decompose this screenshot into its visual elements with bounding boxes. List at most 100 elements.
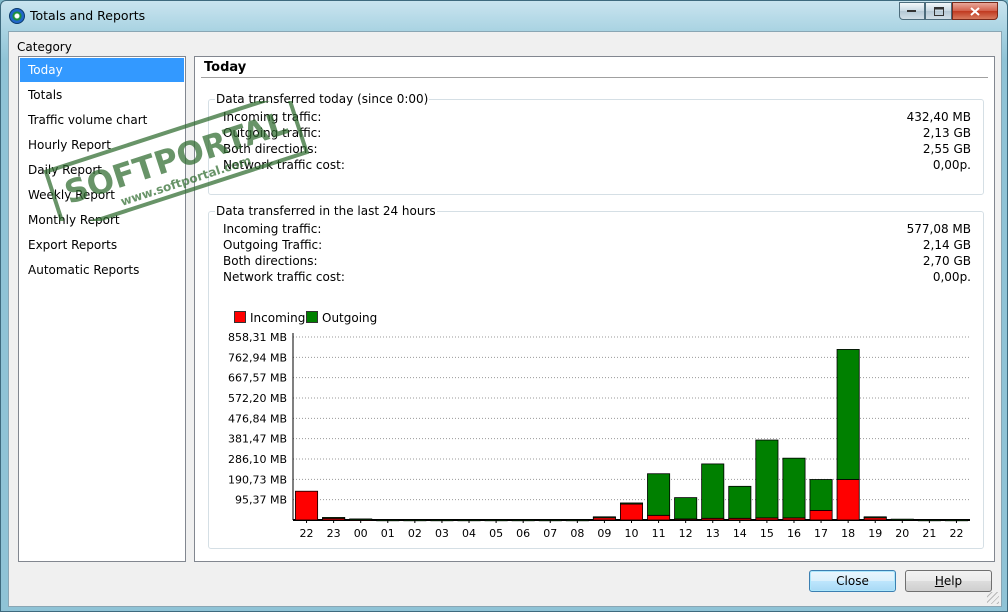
- x-tick-label: 04: [462, 527, 476, 540]
- category-item-hourly-report[interactable]: Hourly Report: [20, 133, 184, 157]
- app-icon[interactable]: [9, 8, 25, 24]
- close-button-label: Close: [836, 574, 869, 588]
- close-window-button[interactable]: [952, 2, 998, 20]
- bar-outgoing-20: [890, 518, 914, 521]
- last24-row-cost: Network traffic cost: 0,00p.: [223, 270, 971, 286]
- x-tick-label: 09: [597, 527, 611, 540]
- y-tick-label: 95,37 MB: [235, 494, 287, 507]
- row-value: 2,55 GB: [922, 142, 971, 156]
- bar-incoming-10: [619, 503, 644, 521]
- maximize-icon: [933, 6, 944, 16]
- x-tick-label: 13: [706, 527, 720, 540]
- x-tick-label: 15: [760, 527, 774, 540]
- report-panel: Today Data transferred today (since 0:00…: [194, 56, 995, 562]
- help-button[interactable]: Help: [905, 570, 992, 592]
- bar-outgoing-16: [782, 457, 806, 519]
- title-bar[interactable]: Totals and Reports: [1, 1, 1007, 31]
- minimize-icon: [907, 10, 916, 12]
- legend-incoming: Incoming: [234, 311, 305, 325]
- row-value: 0,00p.: [932, 158, 971, 172]
- category-item-export-reports[interactable]: Export Reports: [20, 233, 184, 257]
- bar-outgoing-14: [728, 485, 752, 519]
- x-tick-label: 20: [895, 527, 909, 540]
- today-group-title: Data transferred today (since 0:00): [215, 92, 430, 106]
- close-icon: [970, 6, 980, 16]
- dialog-client: Category Today Totals Traffic volume cha…: [8, 31, 1002, 607]
- bar-outgoing-15: [755, 439, 779, 519]
- x-tick-label: 23: [327, 527, 341, 540]
- panel-divider: [201, 77, 988, 78]
- legend-swatch-outgoing: [306, 311, 318, 323]
- help-button-label: elp: [943, 574, 963, 588]
- y-tick-label: 190,73 MB: [228, 473, 287, 486]
- row-label: Both directions:: [223, 254, 318, 268]
- x-tick-label: 08: [570, 527, 584, 540]
- row-value: 432,40 MB: [906, 110, 971, 124]
- row-label: Network traffic cost:: [223, 270, 345, 284]
- last24-row-outgoing: Outgoing Traffic: 2,14 GB: [223, 238, 971, 254]
- y-tick-label: 667,57 MB: [228, 372, 287, 385]
- row-value: 0,00p.: [932, 270, 971, 284]
- bar-incoming-11: [647, 514, 671, 521]
- row-label: Incoming traffic:: [223, 110, 322, 124]
- y-tick-label: 381,47 MB: [228, 433, 287, 446]
- bar-outgoing-00: [349, 518, 373, 521]
- today-group: Data transferred today (since 0:00) Inco…: [208, 92, 984, 195]
- legend-label-incoming: Incoming: [250, 311, 306, 325]
- last24-group-title: Data transferred in the last 24 hours: [215, 204, 437, 218]
- help-button-mnemonic: H: [934, 574, 944, 588]
- row-value: 2,14 GB: [922, 238, 971, 252]
- bar-outgoing-11: [647, 473, 671, 516]
- x-tick-label: 02: [408, 527, 422, 540]
- category-label: Category: [17, 40, 72, 54]
- last24-row-incoming: Incoming traffic: 577,08 MB: [223, 222, 971, 238]
- x-tick-label: 05: [489, 527, 503, 540]
- legend-swatch-incoming: [234, 311, 246, 323]
- today-row-cost: Network traffic cost: 0,00p.: [223, 158, 971, 174]
- close-button[interactable]: Close: [809, 570, 896, 592]
- category-item-daily-report[interactable]: Daily Report: [20, 158, 184, 182]
- x-tick-label: 21: [922, 527, 936, 540]
- bar-outgoing-10: [619, 502, 644, 505]
- bar-incoming-18: [836, 479, 860, 521]
- x-tick-label: 16: [787, 527, 801, 540]
- category-item-monthly-report[interactable]: Monthly Report: [20, 208, 184, 232]
- x-tick-label: 06: [516, 527, 530, 540]
- x-tick-label: 00: [354, 527, 368, 540]
- resize-grip[interactable]: [987, 592, 999, 604]
- row-label: Incoming traffic:: [223, 222, 322, 236]
- window: Totals and Reports Category Today Totals…: [0, 0, 1008, 612]
- x-tick-label: 10: [625, 527, 639, 540]
- bar-incoming-17: [809, 510, 833, 521]
- row-label: Network traffic cost:: [223, 158, 345, 172]
- category-item-today[interactable]: Today: [20, 58, 184, 82]
- maximize-button[interactable]: [925, 2, 952, 20]
- legend-outgoing: Outgoing: [306, 311, 377, 325]
- bar-outgoing-17: [809, 479, 833, 511]
- x-tick-label: 01: [381, 527, 395, 540]
- category-list[interactable]: Today Totals Traffic volume chart Hourly…: [18, 56, 186, 562]
- panel-title: Today: [204, 60, 247, 75]
- x-tick-label: 14: [733, 527, 747, 540]
- x-tick-label: 18: [841, 527, 855, 540]
- x-tick-label: 07: [543, 527, 557, 540]
- bar-outgoing-12: [674, 497, 698, 520]
- x-tick-label: 12: [679, 527, 693, 540]
- category-item-weekly-report[interactable]: Weekly Report: [20, 183, 184, 207]
- category-item-automatic-reports[interactable]: Automatic Reports: [20, 258, 184, 282]
- bar-incoming-22: [295, 490, 319, 521]
- window-title: Totals and Reports: [30, 8, 146, 23]
- today-row-incoming: Incoming traffic: 432,40 MB: [223, 110, 971, 126]
- y-tick-label: 858,31 MB: [228, 331, 287, 344]
- today-row-outgoing: Outgoing traffic: 2,13 GB: [223, 126, 971, 142]
- minimize-button[interactable]: [899, 2, 925, 20]
- row-label: Outgoing Traffic:: [223, 238, 323, 252]
- category-item-traffic-volume-chart[interactable]: Traffic volume chart: [20, 108, 184, 132]
- x-tick-label: 22: [949, 527, 963, 540]
- row-label: Both directions:: [223, 142, 318, 156]
- bar-outgoing-23: [322, 517, 346, 519]
- row-value: 2,70 GB: [922, 254, 971, 268]
- bar-outgoing-19: [863, 516, 887, 519]
- category-item-totals[interactable]: Totals: [20, 83, 184, 107]
- traffic-chart: 95,37 MB 190,73 MB 286,10 MB 381,47 MB 476,8…: [228, 331, 970, 540]
